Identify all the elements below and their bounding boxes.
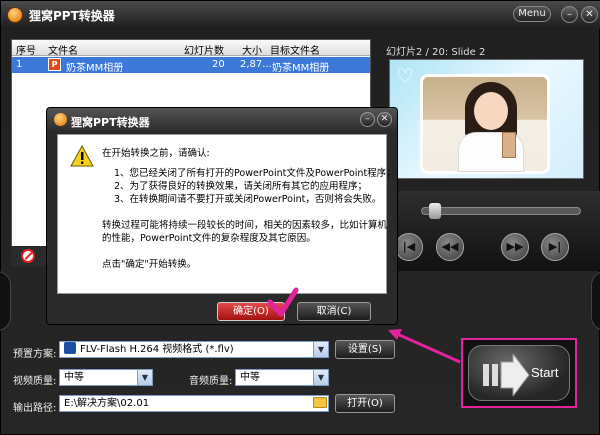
start-highlight: Start xyxy=(461,338,577,408)
dialog-line: 1、您已经关闭了所有打开的PowerPoint文件及PowerPoint程序； xyxy=(114,168,396,179)
preset-label: 预置方案: xyxy=(13,349,57,360)
table-row[interactable]: 1 P 奶茶MM相册 20 2,87... 奶茶MM相册 xyxy=(12,57,370,74)
progress-slider-knob[interactable] xyxy=(428,203,441,219)
left-deco xyxy=(0,271,11,331)
slide-counter: 幻灯片2 / 20: Slide 2 xyxy=(386,47,486,58)
app-title: 狸窝PPT转换器 xyxy=(29,9,115,23)
play-arrow-icon xyxy=(483,354,530,396)
open-button[interactable]: 打开(O) xyxy=(335,394,395,413)
photo-cup xyxy=(502,132,516,158)
dialog-line: 2、为了获得良好的转换效果，请关闭所有其它的应用程序； xyxy=(114,181,368,192)
video-quality-label: 视频质量: xyxy=(13,376,57,387)
preset-value: FLV-Flash H.264 视频格式 (*.flv) xyxy=(80,344,234,355)
dialog-minimize-icon[interactable]: – xyxy=(360,112,375,127)
chevron-down-icon[interactable]: ▼ xyxy=(137,370,152,385)
chevron-down-icon[interactable]: ▼ xyxy=(313,370,328,385)
right-deco xyxy=(591,271,600,331)
col-size[interactable]: 大小 xyxy=(242,42,262,57)
dialog-line: 点击"确定"开始转换。 xyxy=(102,259,197,270)
dialog-logo-icon xyxy=(54,113,67,126)
warning-icon xyxy=(70,145,94,167)
rewind-icon[interactable]: |◀ xyxy=(395,233,423,261)
close-icon[interactable]: ✕ xyxy=(581,6,598,23)
col-index[interactable]: 序号 xyxy=(16,42,36,57)
video-quality-value: 中等 xyxy=(64,372,84,383)
cell-index: 1 xyxy=(16,59,23,70)
fast-rewind-icon[interactable]: ◀◀ xyxy=(436,233,464,261)
output-path-value: E:\解决方案\02.01 xyxy=(64,398,150,409)
output-path-label: 输出路径: xyxy=(13,403,57,414)
skip-forward-icon[interactable]: ▶| xyxy=(541,233,569,261)
cell-slides: 20 xyxy=(212,59,225,70)
menu-button[interactable]: Menu xyxy=(513,6,551,22)
col-target[interactable]: 目标文件名 xyxy=(270,42,320,57)
col-slides[interactable]: 幻灯片数 xyxy=(184,42,224,57)
heart-icon: ♡ xyxy=(396,64,414,88)
remove-file-icon[interactable] xyxy=(21,249,35,263)
folder-icon[interactable] xyxy=(313,397,327,408)
dialog-message: 在开始转换之前，请确认: 1、您已经关闭了所有打开的PowerPoint文件及P… xyxy=(57,134,396,294)
flv-format-icon xyxy=(64,342,76,354)
audio-quality-value: 中等 xyxy=(240,372,260,383)
cell-filename: 奶茶MM相册 xyxy=(66,63,124,74)
title-bar: 狸窝PPT转换器 Menu – ✕ xyxy=(1,1,600,29)
settings-button[interactable]: 设置(S) xyxy=(335,340,395,359)
dialog-close-icon[interactable]: ✕ xyxy=(377,112,392,127)
dialog-line: 3、在转换期间请不要打开或关闭PowerPoint，否则将会失败。 xyxy=(114,194,382,205)
video-quality-select[interactable]: 中等 ▼ xyxy=(59,369,153,386)
audio-quality-select[interactable]: 中等 ▼ xyxy=(235,369,329,386)
confirm-dialog: 狸窝PPT转换器 – ✕ 在开始转换之前，请确认: 1、您已经关闭了所有打开的P… xyxy=(46,107,398,325)
dialog-line: 在开始转换之前，请确认: xyxy=(102,148,210,159)
table-header: 序号 文件名 幻灯片数 大小 目标文件名 xyxy=(12,40,370,57)
slide-preview: ♡ xyxy=(389,59,584,179)
app-logo-icon xyxy=(7,7,23,23)
dialog-line: 的性能，PowerPoint文件的复杂程度及其它原因。 xyxy=(102,233,316,244)
preset-select[interactable]: FLV-Flash H.264 视频格式 (*.flv) ▼ xyxy=(59,341,329,358)
fast-forward-icon[interactable]: ▶▶ xyxy=(501,233,529,261)
cell-size: 2,87... xyxy=(240,59,272,70)
cell-target: 奶茶MM相册 xyxy=(272,63,330,74)
chevron-down-icon[interactable]: ▼ xyxy=(313,342,328,357)
col-filename[interactable]: 文件名 xyxy=(48,42,78,57)
start-button[interactable]: Start xyxy=(468,345,570,401)
output-path-field[interactable]: E:\解决方案\02.01 xyxy=(59,395,329,412)
minimize-icon[interactable]: – xyxy=(561,6,578,23)
progress-slider[interactable] xyxy=(421,207,581,215)
ok-button[interactable]: 确定(O) xyxy=(217,302,285,321)
dialog-line: 转换过程可能将持续一段较长的时间，相关的因素较多，比如计算机 xyxy=(102,220,388,231)
ppt-file-icon: P xyxy=(48,58,61,71)
cancel-button[interactable]: 取消(C) xyxy=(297,302,371,321)
start-label: Start xyxy=(531,365,559,380)
dialog-title: 狸窝PPT转换器 xyxy=(71,116,150,129)
audio-quality-label: 音频质量: xyxy=(189,376,233,387)
photo-face xyxy=(474,92,508,130)
